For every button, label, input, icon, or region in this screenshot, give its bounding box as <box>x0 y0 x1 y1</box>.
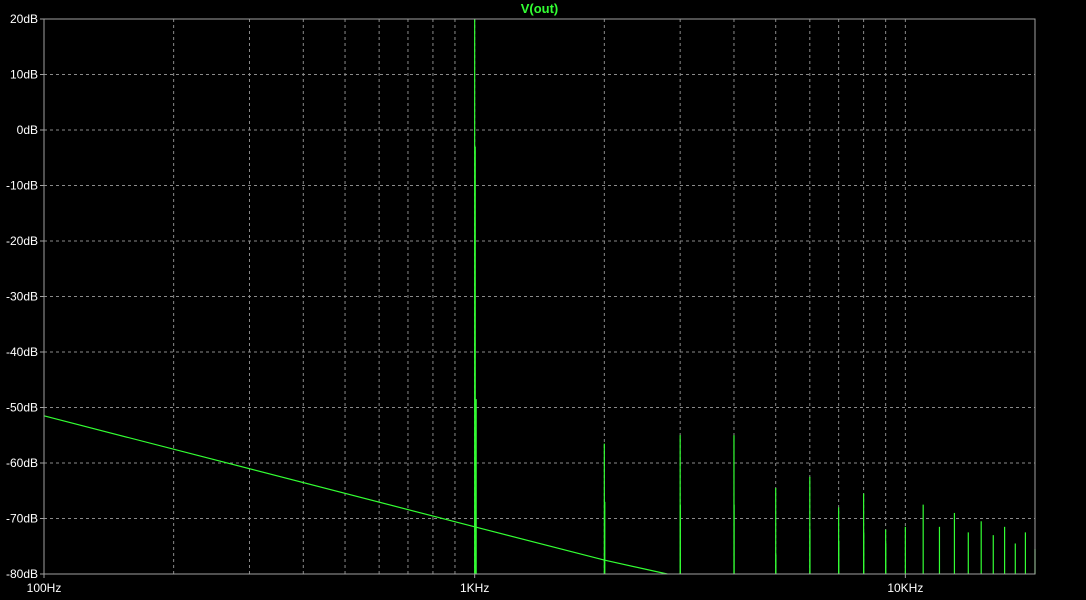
x-tick-label: 1KHz <box>460 581 489 595</box>
y-tick-label: 10dB <box>10 68 38 82</box>
spectrum-plot: V(out) 20dB 10dB 0dB -10dB -20dB -30dB -40dB -5… <box>0 0 1086 600</box>
y-tick-label: 0dB <box>17 123 38 137</box>
x-tick-label: 100Hz <box>27 581 62 595</box>
y-tick-label: 20dB <box>10 12 38 26</box>
y-tick-label: -20dB <box>6 234 38 248</box>
chart-title: V(out) <box>521 1 559 16</box>
y-tick-label: -30dB <box>6 290 38 304</box>
x-tick-label: 10KHz <box>887 581 923 595</box>
y-tick-label: -70dB <box>6 512 38 526</box>
y-tick-label: -40dB <box>6 345 38 359</box>
y-tick-label: -80dB <box>6 567 38 581</box>
y-tick-label: -10dB <box>6 179 38 193</box>
y-tick-label: -50dB <box>6 401 38 415</box>
y-tick-label: -60dB <box>6 456 38 470</box>
